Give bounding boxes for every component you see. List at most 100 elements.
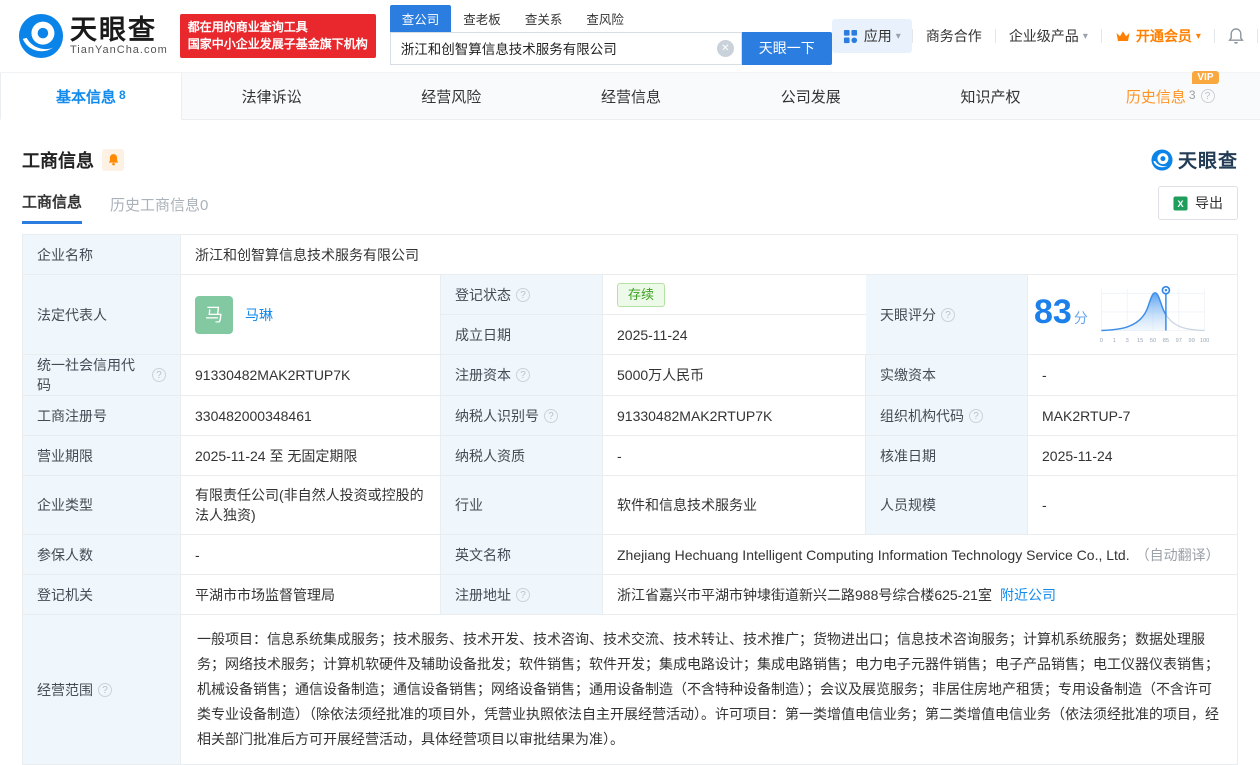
business-term-value: 2025-11-24 至 无固定期限 bbox=[181, 436, 441, 476]
svg-text:15: 15 bbox=[1137, 337, 1143, 343]
clear-search-icon[interactable]: ✕ bbox=[716, 39, 734, 57]
svg-text:3: 3 bbox=[1125, 337, 1128, 343]
field-label: 成立日期 bbox=[441, 315, 603, 355]
field-label: 工商注册号 bbox=[23, 396, 181, 436]
field-label: 企业类型 bbox=[23, 476, 181, 535]
tab-basic-info[interactable]: 基本信息 8 bbox=[0, 73, 182, 120]
search-tab-risk[interactable]: 查风险 bbox=[574, 5, 636, 32]
tab-history-info[interactable]: 历史信息 3 ? VIP bbox=[1080, 70, 1260, 119]
tianyancha-logo-icon bbox=[1151, 148, 1173, 171]
top-nav: 应用 ▾ 商务合作 企业级产品 ▾ 开通会员 ▾ 超级风 bbox=[831, 19, 1260, 53]
legal-rep-avatar[interactable]: 马 bbox=[195, 295, 233, 334]
svg-text:97: 97 bbox=[1175, 337, 1181, 343]
tianyancha-logo[interactable]: 天眼查 TianYanCha.com bbox=[18, 13, 168, 59]
crown-icon bbox=[1116, 31, 1130, 41]
legal-rep-cell: 马 马琳 bbox=[181, 275, 441, 355]
tab-company-development[interactable]: 公司发展 bbox=[721, 73, 901, 119]
chevron-down-icon: ▾ bbox=[1082, 30, 1088, 42]
field-label: 登记状态 ? bbox=[441, 275, 603, 315]
tianyan-score-cell: 83 分 0 1 3 15 50 85 97 99 100 bbox=[1028, 275, 1237, 355]
company-detail-tabs: 基本信息 8 法律诉讼 经营风险 经营信息 公司发展 知识产权 历史信息 3 ?… bbox=[0, 70, 1260, 120]
subscribe-bell-icon[interactable] bbox=[102, 148, 124, 171]
help-icon[interactable]: ? bbox=[152, 368, 166, 382]
field-label: 参保人数 bbox=[23, 535, 181, 575]
logo-subtitle: TianYanCha.com bbox=[70, 44, 168, 56]
help-icon[interactable]: ? bbox=[516, 587, 530, 602]
company-type-value: 有限责任公司(非自然人投资或控股的法人独资) bbox=[181, 476, 441, 535]
business-info-table: 企业名称 浙江和创智算信息技术服务有限公司 法定代表人 马 马琳 登记状态 ? … bbox=[22, 234, 1238, 765]
field-label: 经营范围 ? bbox=[23, 615, 181, 765]
table-row: 企业类型 有限责任公司(非自然人投资或控股的法人独资) 行业 软件和信息技术服务… bbox=[23, 476, 1237, 535]
field-label: 纳税人资质 bbox=[441, 436, 603, 476]
legal-rep-link[interactable]: 马琳 bbox=[245, 305, 273, 325]
subtab-history-business-info[interactable]: 历史工商信息0 bbox=[110, 194, 208, 224]
field-label: 核准日期 bbox=[866, 436, 1028, 476]
org-code-value: MAK2RTUP-7 bbox=[1028, 396, 1237, 436]
vip-badge: VIP bbox=[1192, 70, 1219, 84]
help-icon[interactable]: ? bbox=[516, 368, 530, 382]
field-label: 英文名称 bbox=[441, 535, 603, 575]
help-icon[interactable]: ? bbox=[969, 408, 983, 423]
auto-translate-note: （自动翻译） bbox=[1135, 546, 1220, 563]
notifications-bell-icon[interactable] bbox=[1215, 27, 1257, 45]
credit-code-value: 91330482MAK2RTUP7K bbox=[181, 355, 441, 396]
nav-apps[interactable]: 应用 ▾ bbox=[831, 19, 912, 53]
subtab-business-info[interactable]: 工商信息 bbox=[22, 191, 83, 224]
search-tab-relation[interactable]: 查关系 bbox=[513, 5, 575, 32]
business-scope-value: 一般项目：信息系统集成服务；技术服务、技术开发、技术咨询、技术交流、技术转让、技… bbox=[181, 615, 1237, 765]
search-tab-boss[interactable]: 查老板 bbox=[451, 5, 513, 32]
search-area: 查公司 查老板 查关系 查风险 ✕ 天眼一下 bbox=[389, 4, 832, 65]
tianyancha-logo-icon bbox=[18, 13, 64, 59]
help-icon[interactable]: ? bbox=[1200, 89, 1215, 103]
establish-date-value: 2025-11-24 bbox=[603, 315, 866, 355]
tab-intellectual-property[interactable]: 知识产权 bbox=[901, 73, 1081, 119]
table-row: 经营范围 ? 一般项目：信息系统集成服务；技术服务、技术开发、技术咨询、技术交流… bbox=[23, 615, 1237, 765]
search-button[interactable]: 天眼一下 bbox=[741, 31, 832, 65]
svg-text:X: X bbox=[1177, 198, 1184, 208]
table-row: 统一社会信用代码 ? 91330482MAK2RTUP7K 注册资本 ? 500… bbox=[23, 355, 1237, 396]
tab-operating-risk[interactable]: 经营风险 bbox=[361, 73, 541, 119]
help-icon[interactable]: ? bbox=[941, 307, 955, 322]
svg-text:100: 100 bbox=[1200, 337, 1209, 343]
insured-count-value: - bbox=[181, 535, 441, 575]
svg-text:85: 85 bbox=[1163, 337, 1169, 343]
english-name-value: Zhejiang Hechuang Intelligent Computing … bbox=[617, 546, 1130, 563]
company-name-value: 浙江和创智算信息技术服务有限公司 bbox=[181, 235, 1237, 275]
staff-size-value: - bbox=[1028, 476, 1237, 535]
nav-open-vip[interactable]: 开通会员 ▾ bbox=[1102, 26, 1214, 46]
help-icon[interactable]: ? bbox=[516, 287, 530, 302]
score-distribution-chart: 0 1 3 15 50 85 97 99 100 bbox=[1100, 285, 1209, 343]
industry-value: 软件和信息技术服务业 bbox=[603, 476, 866, 535]
help-icon[interactable]: ? bbox=[98, 682, 112, 697]
svg-text:0: 0 bbox=[1100, 337, 1103, 343]
section-title: 工商信息 bbox=[22, 150, 94, 171]
apps-grid-icon bbox=[843, 29, 857, 43]
excel-icon: X bbox=[1173, 195, 1188, 211]
nav-cooperation[interactable]: 商务合作 bbox=[913, 26, 995, 46]
reg-capital-value: 5000万人民币 bbox=[603, 355, 866, 396]
reg-address-cell: 浙江省嘉兴市平湖市钟埭街道新兴二路988号综合楼625-21室 附近公司 bbox=[603, 575, 1237, 615]
help-icon[interactable]: ? bbox=[544, 408, 558, 423]
field-label: 营业期限 bbox=[23, 436, 181, 476]
nav-enterprise-products[interactable]: 企业级产品 ▾ bbox=[996, 26, 1101, 46]
approval-date-value: 2025-11-24 bbox=[1028, 436, 1237, 476]
reg-number-value: 330482000348461 bbox=[181, 396, 441, 436]
watermark-logo: 天眼查 bbox=[1151, 146, 1238, 173]
table-row: 营业期限 2025-11-24 至 无固定期限 纳税人资质 - 核准日期 202… bbox=[23, 436, 1237, 476]
search-tab-company[interactable]: 查公司 bbox=[389, 4, 452, 32]
reg-address-value: 浙江省嘉兴市平湖市钟埭街道新兴二路988号综合楼625-21室 bbox=[617, 586, 992, 603]
export-button[interactable]: X 导出 bbox=[1158, 186, 1238, 220]
business-info-subtabs: 工商信息 历史工商信息0 X 导出 bbox=[22, 186, 1238, 224]
tab-legal-proceedings[interactable]: 法律诉讼 bbox=[182, 73, 362, 119]
field-label: 行业 bbox=[441, 476, 603, 535]
search-tabs: 查公司 查老板 查关系 查风险 bbox=[389, 4, 832, 32]
tab-operating-info[interactable]: 经营信息 bbox=[541, 73, 721, 119]
table-row: 登记机关 平湖市市场监督管理局 注册地址 ? 浙江省嘉兴市平湖市钟埭街道新兴二路… bbox=[23, 575, 1237, 615]
field-label: 企业名称 bbox=[23, 235, 181, 275]
table-row: 参保人数 - 英文名称 Zhejiang Hechuang Intelligen… bbox=[23, 535, 1237, 575]
search-input[interactable] bbox=[389, 31, 742, 65]
field-label: 纳税人识别号 ? bbox=[441, 396, 603, 436]
svg-text:1: 1 bbox=[1113, 337, 1116, 343]
promo-badge: 都在用的商业查询工具 国家中小企业发展子基金旗下机构 bbox=[179, 14, 376, 58]
nearby-companies-link[interactable]: 附近公司 bbox=[1000, 585, 1056, 605]
